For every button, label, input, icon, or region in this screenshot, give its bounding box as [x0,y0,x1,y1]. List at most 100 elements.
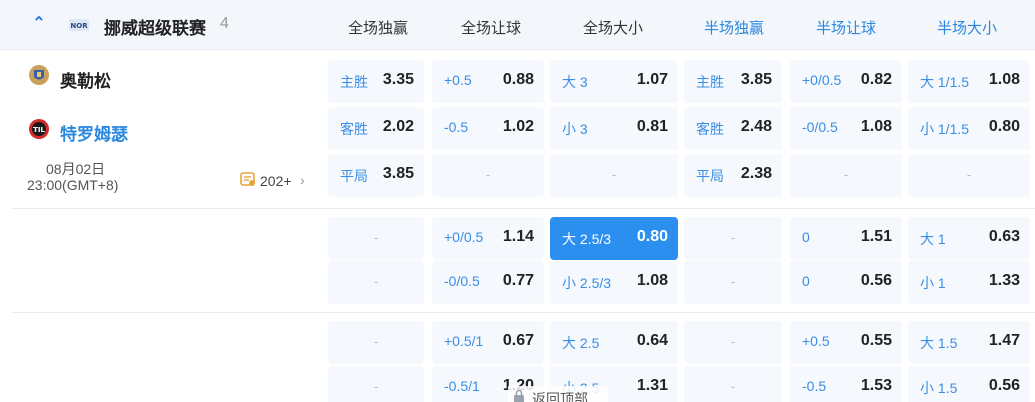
odds-value: 0.67 [502,332,534,349]
empty-odds-dash: - [966,167,972,182]
more-markets-count[interactable]: 202+ [260,173,292,189]
odds-cell-half-1x2: - [684,321,782,364]
odds-cell-half-handicap[interactable]: +0.5 0.55 [790,321,902,364]
odds-label: +0.5/1 [444,333,484,349]
league-name[interactable]: 挪威超级联赛 [104,14,206,39]
odds-cell-full-total: - [550,154,678,197]
odds-cell-half-total[interactable]: 大 1.5 1.47 [908,321,1030,364]
empty-odds-dash: - [730,230,736,245]
odds-value: 1.33 [988,272,1020,289]
odds-cell-full-1x2: - [328,321,424,364]
match-date: 08月02日 [46,161,106,177]
odds-cell-full-handicap[interactable]: +0/0.5 1.14 [432,217,544,260]
odds-cell-half-total[interactable]: 小 1/1.5 0.80 [908,107,1030,150]
odds-cell-full-handicap[interactable]: -0/0.5 0.77 [432,261,544,304]
odds-cell-full-1x2[interactable]: 客胜 2.02 [328,107,424,150]
odds-label: 大 1 [920,231,946,247]
odds-cell-half-handicap[interactable]: +0/0.5 0.82 [790,60,902,103]
odds-cell-half-handicap[interactable]: -0/0.5 1.08 [790,107,902,150]
odds-label: 大 2.5/3 [562,231,612,247]
away-team-name[interactable]: 特罗姆瑟 [60,120,128,145]
odds-value: 2.02 [382,118,414,135]
match-time: 23:00(GMT+8) [27,177,119,193]
back-to-top-button[interactable]: 返回顶部 [508,386,608,402]
odds-value: 3.35 [382,71,414,88]
odds-label: -0.5/1 [444,378,480,394]
odds-label: 小 2.5/3 [562,275,612,291]
empty-odds-dash: - [373,334,379,349]
odds-cell-half-handicap[interactable]: 0 0.56 [790,261,902,304]
odds-value: 0.77 [502,272,534,289]
odds-label: -0.5 [444,119,469,135]
stats-icon[interactable] [240,171,256,187]
empty-odds-dash: - [373,274,379,289]
odds-label: 主胜 [696,74,724,90]
odds-value: 0.81 [636,118,668,135]
odds-value: 3.85 [382,165,414,182]
odds-value: 2.48 [740,118,772,135]
col-header-full-1x2: 全场独赢 [347,20,408,37]
col-header-full-handicap: 全场让球 [460,20,521,37]
odds-label: 主胜 [340,74,368,90]
away-team-logo: TIL [29,119,49,139]
odds-value: 0.56 [860,272,892,289]
odds-label: 客胜 [340,121,368,137]
odds-value: 1.07 [636,71,668,88]
odds-cell-full-handicap[interactable]: +0.5 0.88 [432,60,544,103]
league-logo: NOR [69,19,89,31]
odds-cell-full-1x2[interactable]: 平局 3.85 [328,154,424,197]
odds-value: 0.64 [636,332,668,349]
odds-cell-full-1x2[interactable]: 主胜 3.35 [328,60,424,103]
odds-cell-full-total[interactable]: 大 3 1.07 [550,60,678,103]
back-to-top-label: 返回顶部 [532,391,588,402]
odds-value: 1.31 [636,377,668,394]
odds-cell-half-1x2[interactable]: 客胜 2.48 [684,107,782,150]
odds-label: 大 1.5 [920,335,958,351]
odds-cell-half-total[interactable]: 小 1 1.33 [908,261,1030,304]
odds-value: 1.14 [502,228,534,245]
odds-value: 0.80 [636,228,668,245]
odds-cell-half-handicap[interactable]: -0.5 1.53 [790,366,902,402]
empty-odds-dash: - [485,167,491,182]
odds-cell-half-total: - [908,154,1030,197]
odds-cell-full-handicap[interactable]: -0.5 1.02 [432,107,544,150]
odds-cell-half-total[interactable]: 大 1/1.5 1.08 [908,60,1030,103]
odds-cell-half-1x2[interactable]: 平局 2.38 [684,154,782,197]
odds-value: 3.85 [740,71,772,88]
odds-value: 1.08 [988,71,1020,88]
odds-cell-full-1x2: - [328,261,424,304]
odds-value: 1.47 [988,332,1020,349]
odds-label: +0/0.5 [802,72,842,88]
odds-cell-full-handicap[interactable]: +0.5/1 0.67 [432,321,544,364]
odds-value: 1.08 [636,272,668,289]
home-team-name[interactable]: 奥勒松 [60,67,111,92]
odds-cell-half-total[interactable]: 小 1.5 0.56 [908,366,1030,402]
divider [12,208,1035,209]
odds-value: 1.02 [502,118,534,135]
odds-value: 1.08 [860,118,892,135]
odds-cell-full-total[interactable]: 大 2.5/3 0.80 [550,217,678,260]
odds-value: 1.51 [860,228,892,245]
chevron-up-icon[interactable]: ⌃ [28,13,50,35]
col-header-half-handicap: 半场让球 [815,20,876,37]
col-header-half-1x2: 半场独赢 [703,20,764,37]
empty-odds-dash: - [730,334,736,349]
odds-cell-half-total[interactable]: 大 1 0.63 [908,217,1030,260]
col-header-full-total: 全场大小 [582,20,643,37]
odds-cell-half-1x2[interactable]: 主胜 3.85 [684,60,782,103]
chevron-right-icon[interactable]: › [300,172,305,188]
odds-label: 小 1/1.5 [920,121,970,137]
odds-cell-full-total[interactable]: 小 2.5/3 1.08 [550,261,678,304]
odds-cell-full-total[interactable]: 小 3 0.81 [550,107,678,150]
odds-cell-half-handicap: - [790,154,902,197]
odds-label: +0.5 [444,72,472,88]
odds-cell-half-1x2: - [684,261,782,304]
odds-cell-full-total[interactable]: 大 2.5 0.64 [550,321,678,364]
odds-label: 平局 [340,168,368,184]
svg-text:NOR: NOR [70,22,88,30]
lock-icon [514,389,524,402]
odds-label: 0 [802,229,810,245]
league-header: ⌃ NOR 挪威超级联赛 4 全场独赢 全场让球 全场大小 半场独赢 半场让球 … [0,0,1035,50]
odds-label: 小 1.5 [920,380,958,396]
odds-cell-half-handicap[interactable]: 0 1.51 [790,217,902,260]
